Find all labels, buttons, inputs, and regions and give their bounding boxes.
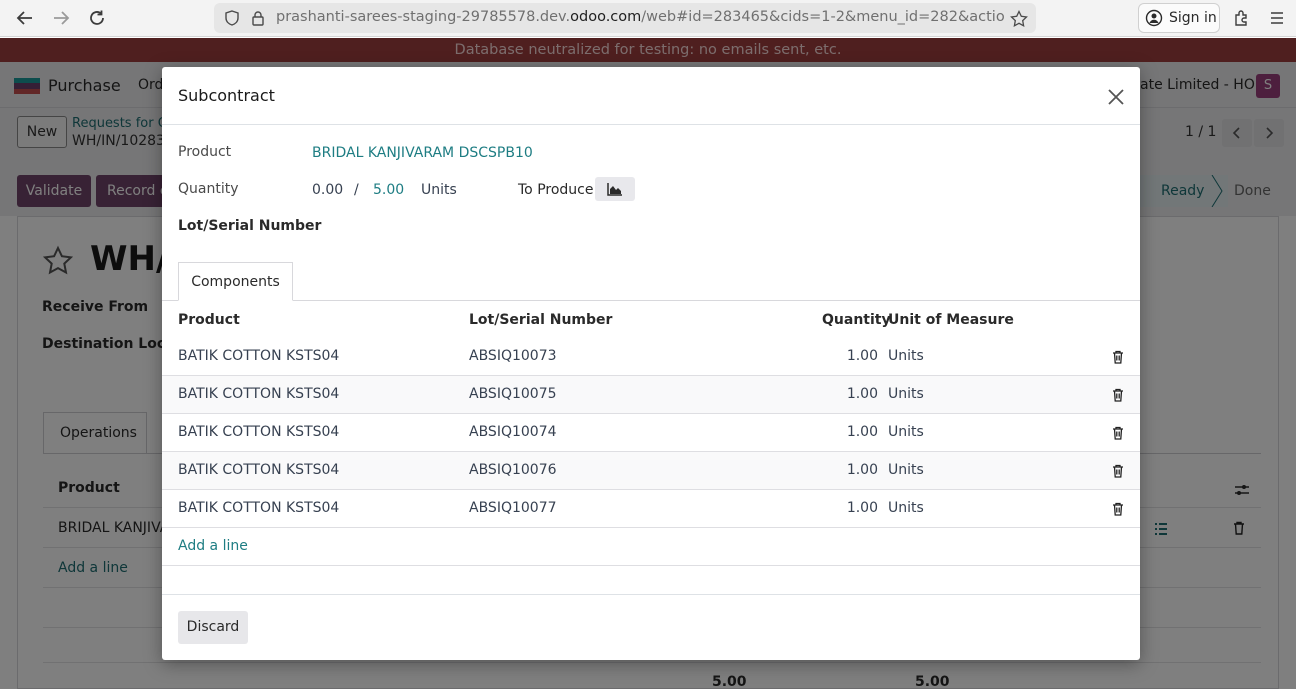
trash-icon[interactable] (1111, 426, 1125, 440)
add-line-row: Add a line (162, 528, 1140, 566)
product-label: Product (178, 144, 232, 160)
column-header-product[interactable]: Product (178, 312, 240, 328)
row-uom: Units (888, 386, 924, 402)
column-header-lot[interactable]: Lot/Serial Number (469, 312, 612, 328)
row-quantity: 1.00 (846, 386, 878, 402)
account-icon (1145, 9, 1163, 27)
row-quantity: 1.00 (846, 424, 878, 440)
quantity-label: Quantity (178, 181, 239, 197)
dialog-header: Subcontract (162, 67, 1140, 125)
column-header-uom[interactable]: Unit of Measure (888, 312, 1014, 328)
trash-icon[interactable] (1111, 388, 1125, 402)
table-row[interactable]: BATIK COTTON KSTS04 ABSIQ10074 1.00 Unit… (162, 414, 1140, 452)
dialog-title: Subcontract (178, 86, 275, 105)
subcontract-dialog: Subcontract Product BRIDAL KANJIVARAM DS… (162, 67, 1140, 660)
row-quantity: 1.00 (846, 500, 878, 516)
discard-button[interactable]: Discard (178, 611, 248, 644)
tab-divider (162, 300, 1140, 301)
extensions-icon[interactable] (1228, 5, 1254, 31)
lock-icon (250, 10, 266, 26)
hamburger-menu-icon[interactable] (1264, 5, 1290, 31)
lot-serial-label: Lot/Serial Number (178, 218, 322, 234)
sign-in-button[interactable]: Sign in (1138, 3, 1220, 33)
forward-arrow-icon[interactable] (48, 5, 74, 31)
row-product: BATIK COTTON KSTS04 (178, 424, 340, 440)
url-text: prashanti-sarees-staging-29785578.dev.od… (276, 9, 1006, 25)
tab-components[interactable]: Components (178, 262, 293, 301)
row-uom: Units (888, 500, 924, 516)
row-quantity: 1.00 (846, 348, 878, 364)
dialog-footer-divider (162, 594, 1140, 595)
row-lot: ABSIQ10074 (469, 424, 557, 440)
quantity-separator: / (354, 182, 359, 198)
address-bar[interactable]: prashanti-sarees-staging-29785578.dev.od… (214, 3, 1036, 33)
row-uom: Units (888, 348, 924, 364)
table-row[interactable]: BATIK COTTON KSTS04 ABSIQ10076 1.00 Unit… (162, 452, 1140, 490)
row-lot: ABSIQ10073 (469, 348, 557, 364)
bookmark-star-icon[interactable] (1010, 10, 1028, 28)
row-lot: ABSIQ10077 (469, 500, 557, 516)
shield-icon (224, 10, 240, 26)
reload-icon[interactable] (84, 5, 110, 31)
quantity-done: 0.00 (312, 182, 344, 198)
row-product: BATIK COTTON KSTS04 (178, 386, 340, 402)
close-icon[interactable] (1106, 87, 1126, 107)
row-product: BATIK COTTON KSTS04 (178, 462, 340, 478)
table-row[interactable]: BATIK COTTON KSTS04 ABSIQ10075 1.00 Unit… (162, 376, 1140, 414)
add-line-link[interactable]: Add a line (178, 538, 248, 554)
browser-toolbar: prashanti-sarees-staging-29785578.dev.od… (0, 0, 1296, 37)
quantity-demand: 5.00 (373, 182, 405, 198)
to-produce-label: To Produce (518, 182, 594, 198)
row-product: BATIK COTTON KSTS04 (178, 500, 340, 516)
row-product: BATIK COTTON KSTS04 (178, 348, 340, 364)
row-quantity: 1.00 (846, 462, 878, 478)
trash-icon[interactable] (1111, 350, 1125, 364)
table-row[interactable]: BATIK COTTON KSTS04 ABSIQ10073 1.00 Unit… (162, 338, 1140, 376)
row-uom: Units (888, 462, 924, 478)
row-uom: Units (888, 424, 924, 440)
product-value[interactable]: BRIDAL KANJIVARAM DSCSPB10 (312, 145, 533, 161)
quantity-unit: Units (421, 182, 457, 198)
column-header-quantity[interactable]: Quantity (822, 312, 891, 328)
row-lot: ABSIQ10076 (469, 462, 557, 478)
sign-in-label: Sign in (1169, 10, 1217, 26)
area-chart-icon (607, 183, 622, 196)
row-lot: ABSIQ10075 (469, 386, 557, 402)
forecast-button[interactable] (595, 177, 635, 201)
trash-icon[interactable] (1111, 464, 1125, 478)
table-row[interactable]: BATIK COTTON KSTS04 ABSIQ10077 1.00 Unit… (162, 490, 1140, 528)
trash-icon[interactable] (1111, 502, 1125, 516)
back-arrow-icon[interactable] (12, 5, 38, 31)
